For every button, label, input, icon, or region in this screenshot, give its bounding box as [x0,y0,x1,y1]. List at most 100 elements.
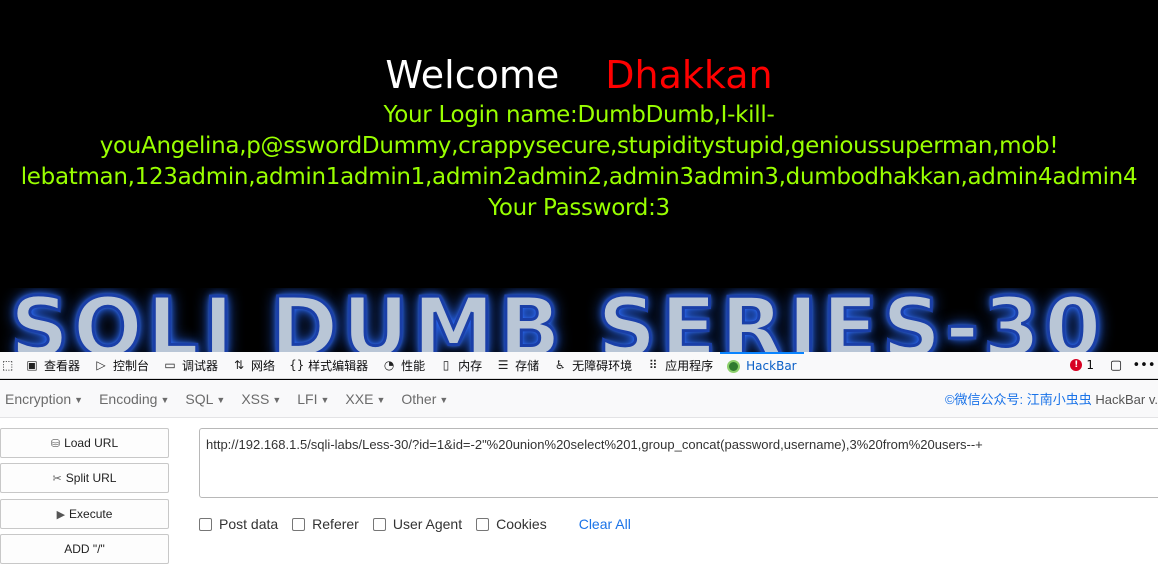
execute-icon: ▶ [56,508,66,521]
tab-label: 应用程序 [665,358,714,373]
load-url-button[interactable]: ⛁ Load URL [0,428,169,458]
element-picker-icon: ⬚ [2,358,14,372]
tab-label: HackBar [746,359,797,373]
hackbar-menu: Encryption ▼ Encoding ▼ SQL ▼ XSS ▼ LFI ▼ XXE… [0,380,1158,418]
caret-down-icon: ▼ [320,394,330,405]
add-slash-button[interactable]: ADD "/" [0,534,169,564]
console-icon: ▷ [96,358,106,372]
caret-down-icon: ▼ [160,394,170,405]
password-line: Your Password:3 [488,195,670,221]
more-options-icon: ••• [1132,357,1156,373]
login-line: Your Login name:DumbDumb,I-kill- [383,102,775,128]
tab-hackbar[interactable]: HackBar [720,351,804,379]
split-url-button[interactable]: ✂ Split URL [0,463,169,493]
menu-xss[interactable]: XSS ▼ [236,391,286,407]
execute-button[interactable]: ▶ Execute [0,499,169,529]
tab-console[interactable]: ▷ 控制台 [87,352,156,379]
tab-inspector[interactable]: ▣ 查看器 [18,352,87,379]
load-url-icon: ⛁ [50,437,61,450]
scissors-icon: ✂ [52,472,62,485]
cookies-checkbox[interactable] [476,517,490,531]
tab-debugger[interactable]: ▭ 调试器 [156,352,225,379]
referer-option[interactable]: Referer [292,516,359,532]
menu-encoding[interactable]: Encoding ▼ [94,391,174,407]
hackbar-panel: ⛁ Load URL ✂ Split URL ▶ Execute ADD "/" ht… [0,418,1158,580]
inspector-icon: ▣ [26,358,38,372]
brand-version: HackBar v. [1095,392,1158,407]
user-agent-checkbox[interactable] [372,517,386,531]
hackbar-icon [727,359,741,373]
caret-down-icon: ▼ [376,394,386,405]
button-label: Load URL [64,436,119,450]
tab-application[interactable]: ⠿ 应用程序 [639,352,720,379]
responsive-design-icon: ▢ [1109,357,1123,373]
memory-icon: ▯ [442,358,450,372]
accessibility-icon: ♿ [554,358,566,372]
tab-network[interactable]: ⇅ 网络 [225,352,282,379]
tab-label: 存储 [515,358,540,373]
url-input[interactable]: http://192.168.1.5/sqli-labs/Less-30/?id… [199,428,1158,498]
login-info: Your Login name:DumbDumb,I-kill- youAnge… [0,100,1158,224]
option-label: Post data [219,516,279,532]
element-picker-button[interactable]: ⬚ [0,352,18,379]
storage-icon: ☰ [497,358,509,372]
tab-style-editor[interactable]: {} 样式编辑器 [282,352,375,379]
series-banner: SQLI DUMB SERIES-30 [0,288,1158,352]
caret-down-icon: ▼ [439,394,449,405]
tab-storage[interactable]: ☰ 存储 [489,352,546,379]
menu-label: LFI [297,390,318,407]
caret-down-icon: ▼ [216,394,226,405]
welcome-name: Dhakkan [605,53,773,97]
debugger-icon: ▭ [164,358,176,372]
error-icon: ! [1070,359,1083,371]
cookies-option[interactable]: Cookies [476,516,547,532]
tab-label: 内存 [458,358,483,373]
tab-label: 控制台 [113,358,150,373]
option-label: Referer [312,516,359,532]
menu-sql[interactable]: SQL ▼ [180,391,230,407]
performance-icon: ◔ [383,358,395,372]
menu-xxe[interactable]: XXE ▼ [340,391,390,407]
tab-label: 样式编辑器 [308,358,369,373]
clear-all-link[interactable]: Clear All [579,516,631,532]
banner-text: SQLI DUMB SERIES-30 [8,288,1106,352]
button-label: ADD "/" [64,542,105,556]
request-options: Post data Referer User Agent Cookies Cle… [199,516,631,532]
user-agent-option[interactable]: User Agent [372,516,463,532]
menu-encryption[interactable]: Encryption ▼ [0,391,88,407]
application-icon: ⠿ [648,358,658,372]
tab-accessibility[interactable]: ♿ 无障碍环境 [546,352,639,379]
menu-label: Other [401,390,437,407]
tab-performance[interactable]: ◔ 性能 [375,352,432,379]
tab-label: 调试器 [182,358,219,373]
post-data-option[interactable]: Post data [199,516,278,532]
referer-checkbox[interactable] [292,517,306,531]
tab-memory[interactable]: ▯ 内存 [432,352,489,379]
menu-label: XXE [345,390,374,407]
tab-label: 性能 [401,358,426,373]
more-options-button[interactable]: ••• [1130,358,1158,373]
caret-down-icon: ▼ [272,394,282,405]
page-content: Welcome Dhakkan Your Login name:DumbDumb,… [0,0,1158,352]
tab-label: 无障碍环境 [572,358,633,373]
network-icon: ⇅ [234,358,245,372]
welcome-heading: Welcome Dhakkan [0,52,1158,98]
hackbar-brand: ©微信公众号: 江南小虫虫 HackBar v. [945,389,1158,408]
login-line: youAngelina,p@sswordDummy,crappysecure,s… [99,133,1059,159]
menu-label: Encoding [99,390,158,407]
menu-lfi[interactable]: LFI ▼ [292,391,334,407]
option-label: User Agent [392,516,463,532]
tab-label: 网络 [251,358,276,373]
error-count-badge[interactable]: ! 1 [1062,358,1102,372]
error-count: 1 [1086,358,1094,372]
button-label: Split URL [65,471,117,485]
menu-other[interactable]: Other ▼ [396,391,453,407]
post-data-checkbox[interactable] [199,517,212,531]
devtools-toolbar: ⬚ ▣ 查看器 ▷ 控制台 ▭ 调试器 ⇅ 网络 {} 样式编辑器 ◔ 性能 ▯ 内存 ☰ 存储… [0,351,1158,379]
style-editor-icon: {} [289,358,305,372]
responsive-design-button[interactable]: ▢ [1102,358,1130,373]
tab-label: 查看器 [44,358,81,373]
menu-label: XSS [241,390,270,407]
welcome-word: Welcome [385,53,560,97]
brand-link[interactable]: ©微信公众号: 江南小虫虫 [945,392,1092,407]
